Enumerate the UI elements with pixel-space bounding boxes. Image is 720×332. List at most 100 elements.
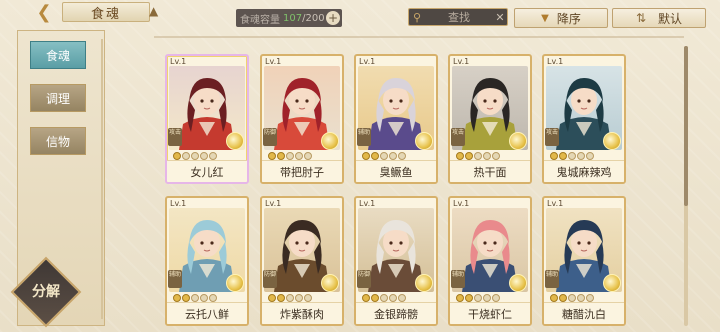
star-icon xyxy=(465,294,473,302)
star-icon xyxy=(268,152,276,160)
character-card[interactable]: Lv.1 攻击 女儿红 xyxy=(165,54,249,184)
star-icon xyxy=(550,294,558,302)
tab-label: 信物 xyxy=(45,134,70,149)
character-card[interactable]: Lv.1 防御 带把肘子 xyxy=(260,54,344,184)
capacity-max: /200 xyxy=(302,12,325,24)
star-icon xyxy=(191,294,199,302)
page-title-plate: 食魂 xyxy=(62,2,150,22)
star-icon xyxy=(559,294,567,302)
screen: ❮ 食魂 ▲ 食魂容量 107 /200 + ⚲ 查找 ✕ ▼ 降序 ⇅ 默认 … xyxy=(0,0,720,332)
star-icon xyxy=(398,294,406,302)
star-icon xyxy=(362,152,370,160)
star-icon xyxy=(277,152,285,160)
card-level: Lv.1 xyxy=(359,57,376,66)
home-icon[interactable]: ▲ xyxy=(149,5,163,17)
card-level: Lv.1 xyxy=(170,57,187,66)
character-card[interactable]: Lv.1 攻击 鬼城麻辣鸡 xyxy=(542,54,626,184)
star-icon xyxy=(304,152,312,160)
role-badge: 防御 xyxy=(263,270,277,288)
role-badge: 辅助 xyxy=(168,270,182,288)
character-name: 炸紫酥肉 xyxy=(262,302,342,324)
capacity-current: 107 xyxy=(283,12,303,24)
role-badge: 攻击 xyxy=(168,128,182,146)
star-icon xyxy=(380,152,388,160)
tab-food-soul[interactable]: 食魂 xyxy=(30,41,86,69)
star-icon xyxy=(577,294,585,302)
character-card[interactable]: Lv.1 辅助 糖醋氿白 xyxy=(542,196,626,326)
search-placeholder: 查找 xyxy=(448,11,470,24)
star-rating xyxy=(550,294,610,304)
star-rating xyxy=(173,294,233,304)
sort-mode-button[interactable]: ⇅ 默认 xyxy=(612,8,706,28)
star-rating xyxy=(456,294,516,304)
rarity-gem-icon xyxy=(321,274,339,292)
role-badge: 辅助 xyxy=(451,270,465,288)
role-badge: 防御 xyxy=(357,270,371,288)
character-card[interactable]: Lv.1 辅助 臭鳜鱼 xyxy=(354,54,438,184)
star-icon xyxy=(371,294,379,302)
card-level: Lv.1 xyxy=(453,199,470,208)
tab-conditioning[interactable]: 调理 xyxy=(30,84,86,112)
character-name: 鬼城麻辣鸡 xyxy=(544,160,624,182)
card-level: Lv.1 xyxy=(265,57,282,66)
character-name: 金银蹄髈 xyxy=(356,302,436,324)
page-title: 食魂 xyxy=(90,6,121,22)
card-level: Lv.1 xyxy=(547,199,564,208)
top-bar: ❮ 食魂 ▲ 食魂容量 107 /200 + ⚲ 查找 ✕ ▼ 降序 ⇅ 默认 xyxy=(0,0,720,34)
star-icon xyxy=(586,152,594,160)
star-icon xyxy=(362,294,370,302)
tab-label: 调理 xyxy=(45,91,70,106)
rarity-gem-icon xyxy=(603,132,621,150)
star-icon xyxy=(295,294,303,302)
star-icon xyxy=(483,294,491,302)
sort-order-label: 降序 xyxy=(556,11,581,26)
star-icon xyxy=(200,294,208,302)
star-icon xyxy=(550,152,558,160)
star-icon xyxy=(304,294,312,302)
star-icon xyxy=(474,152,482,160)
star-icon xyxy=(398,152,406,160)
character-name: 干烧虾仁 xyxy=(450,302,530,324)
rarity-gem-icon xyxy=(509,132,527,150)
close-icon[interactable]: ✕ xyxy=(493,11,507,24)
search-icon: ⚲ xyxy=(412,10,422,24)
character-card[interactable]: Lv.1 防御炸紫酥肉 xyxy=(260,196,344,326)
back-arrow-icon[interactable]: ❮ xyxy=(30,1,58,23)
rarity-gem-icon xyxy=(226,274,244,292)
star-icon xyxy=(568,152,576,160)
rarity-gem-icon xyxy=(509,274,527,292)
card-level: Lv.1 xyxy=(265,199,282,208)
star-rating xyxy=(173,152,233,162)
decompose-label: 分解 xyxy=(32,284,60,300)
card-level: Lv.1 xyxy=(547,57,564,66)
character-card[interactable]: Lv.1 辅助 云托八鲜 xyxy=(165,196,249,326)
star-icon xyxy=(456,294,464,302)
star-rating xyxy=(268,152,328,162)
tab-keepsake[interactable]: 信物 xyxy=(30,127,86,155)
search-input[interactable]: ⚲ 查找 ✕ xyxy=(408,8,508,26)
star-icon xyxy=(389,294,397,302)
star-icon xyxy=(577,152,585,160)
character-name: 糖醋氿白 xyxy=(544,302,624,324)
role-badge: 辅助 xyxy=(357,128,371,146)
sort-mode-label: 默认 xyxy=(658,11,683,26)
character-card[interactable]: Lv.1 防御 金银蹄髈 xyxy=(354,196,438,326)
grid-scroll-thumb[interactable] xyxy=(684,46,688,206)
plus-icon[interactable]: + xyxy=(326,11,340,25)
character-name: 带把肘子 xyxy=(262,160,342,182)
character-card[interactable]: Lv.1 攻击 热干面 xyxy=(448,54,532,184)
star-rating xyxy=(362,152,422,162)
star-icon xyxy=(465,152,473,160)
character-card[interactable]: Lv.1 辅助干烧虾仁 xyxy=(448,196,532,326)
star-rating xyxy=(268,294,328,304)
star-rating xyxy=(550,152,610,162)
star-rating xyxy=(456,152,516,162)
sort-order-button[interactable]: ▼ 降序 xyxy=(514,8,608,28)
star-icon xyxy=(483,152,491,160)
rarity-gem-icon xyxy=(321,132,339,150)
star-icon xyxy=(286,294,294,302)
role-badge: 攻击 xyxy=(451,128,465,146)
star-icon xyxy=(568,294,576,302)
star-icon xyxy=(286,152,294,160)
card-level: Lv.1 xyxy=(170,199,187,208)
